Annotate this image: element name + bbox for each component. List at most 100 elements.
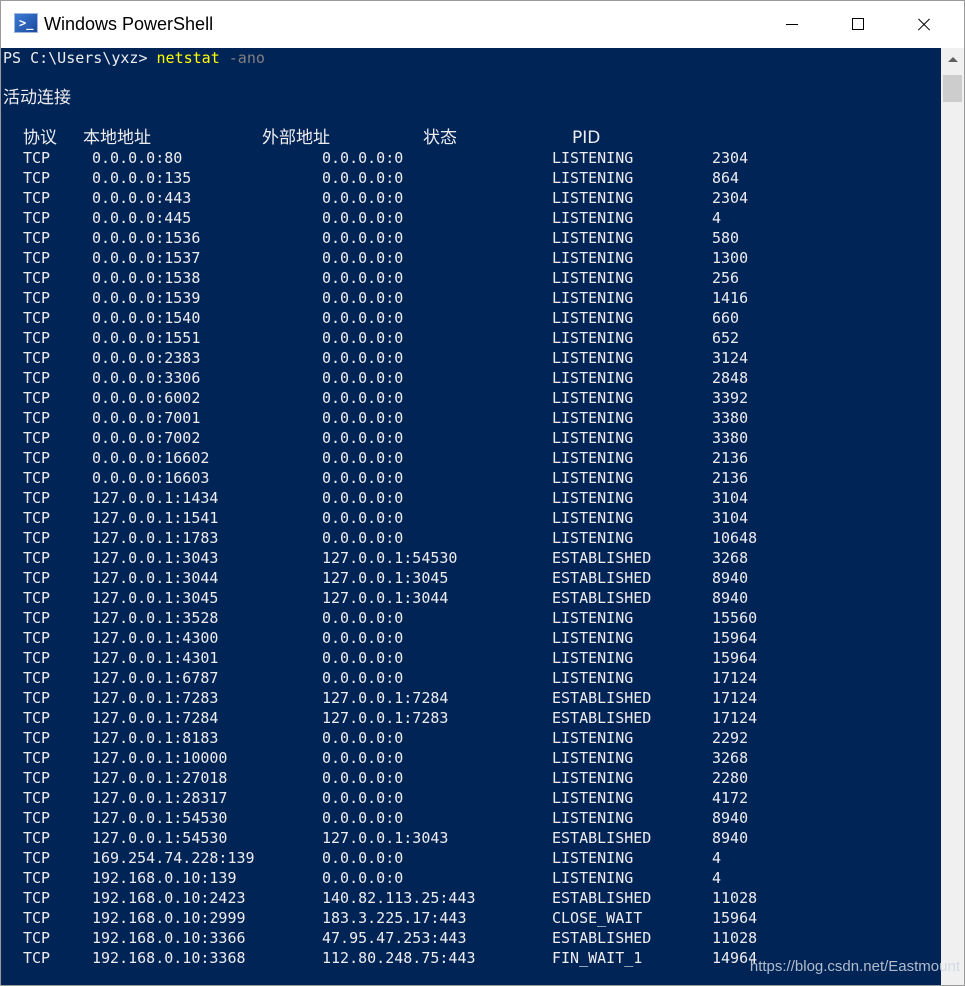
title-bar[interactable]: >_ Windows PowerShell (1, 1, 964, 47)
cell-pid: 256 (712, 269, 740, 287)
cell-state: LISTENING (552, 869, 634, 887)
cell-local: 127.0.0.1:1434 (92, 489, 219, 507)
cell-pid: 3268 (712, 749, 749, 767)
cell-local: 0.0.0.0:1538 (92, 269, 201, 287)
cell-pid: 2848 (712, 369, 749, 387)
table-row: TCP 127.0.0.1:1783 0.0.0.0:0 LISTENING 10648 (3, 528, 923, 548)
cell-pid: 15560 (712, 609, 758, 627)
cell-local: 127.0.0.1:3043 (92, 549, 219, 567)
cell-state: ESTABLISHED (552, 829, 652, 847)
table-row: TCP 0.0.0.0:1540 0.0.0.0:0 LISTENING 660 (3, 308, 923, 328)
cell-foreign: 0.0.0.0:0 (322, 809, 404, 827)
cell-foreign: 0.0.0.0:0 (322, 249, 404, 267)
cell-pid: 3104 (712, 509, 749, 527)
table-row: TCP 192.168.0.10:139 0.0.0.0:0 LISTENING 4 (3, 868, 923, 888)
cell-state: LISTENING (552, 169, 634, 187)
close-button[interactable] (901, 1, 947, 47)
cell-pid: 2304 (712, 149, 749, 167)
prompt-line: PS C:\Users\yxz> netstat -ano (3, 48, 265, 68)
table-row: TCP 0.0.0.0:443 0.0.0.0:0 LISTENING 2304 (3, 188, 923, 208)
section-title: 活动连接 (3, 88, 71, 108)
cell-local: 0.0.0.0:1536 (92, 229, 201, 247)
cell-state: LISTENING (552, 489, 634, 507)
cell-local: 192.168.0.10:139 (92, 869, 237, 887)
cell-foreign: 0.0.0.0:0 (322, 289, 404, 307)
window-title: Windows PowerShell (44, 14, 214, 34)
cell-proto: TCP (23, 749, 51, 767)
cell-state: LISTENING (552, 729, 634, 747)
cell-proto: TCP (23, 869, 51, 887)
cell-local: 0.0.0.0:80 (92, 149, 183, 167)
cell-pid: 4 (712, 209, 722, 227)
cell-local: 0.0.0.0:1537 (92, 249, 201, 267)
cell-local: 192.168.0.10:3368 (92, 949, 246, 967)
cell-pid: 1416 (712, 289, 749, 307)
table-row: TCP 192.168.0.10:3366 47.95.47.253:443 ESTA… (3, 928, 923, 948)
cell-local: 0.0.0.0:16603 (92, 469, 210, 487)
maximize-button[interactable] (835, 1, 881, 47)
cell-state: LISTENING (552, 629, 634, 647)
cell-foreign: 0.0.0.0:0 (322, 669, 404, 687)
cell-local: 192.168.0.10:2999 (92, 909, 246, 927)
cell-proto: TCP (23, 469, 51, 487)
cell-pid: 8940 (712, 589, 749, 607)
cell-proto: TCP (23, 709, 51, 727)
cell-local: 0.0.0.0:7001 (92, 409, 201, 427)
cell-foreign: 0.0.0.0:0 (322, 729, 404, 747)
cell-local: 127.0.0.1:4300 (92, 629, 219, 647)
cell-state: LISTENING (552, 449, 634, 467)
cell-proto: TCP (23, 249, 51, 267)
cell-state: FIN_WAIT_1 (552, 949, 643, 967)
table-row: TCP 0.0.0.0:1551 0.0.0.0:0 LISTENING 652 (3, 328, 923, 348)
table-row: TCP 127.0.0.1:10000 0.0.0.0:0 LISTENING 3268 (3, 748, 923, 768)
table-row: TCP 127.0.0.1:6787 0.0.0.0:0 LISTENING 17124 (3, 668, 923, 688)
cell-state: ESTABLISHED (552, 549, 652, 567)
cell-foreign: 0.0.0.0:0 (322, 329, 404, 347)
cell-state: ESTABLISHED (552, 709, 652, 727)
powershell-icon[interactable]: >_ (14, 13, 38, 33)
table-row: TCP 0.0.0.0:16602 0.0.0.0:0 LISTENING 2136 (3, 448, 923, 468)
cell-proto: TCP (23, 929, 51, 947)
scroll-thumb[interactable] (943, 75, 962, 102)
minimize-button[interactable] (769, 1, 815, 47)
cell-foreign: 0.0.0.0:0 (322, 229, 404, 247)
table-row: TCP 127.0.0.1:7284 127.0.0.1:7283 ESTABLISH… (3, 708, 923, 728)
table-row: TCP 127.0.0.1:1434 0.0.0.0:0 LISTENING 3104 (3, 488, 923, 508)
table-row: TCP 192.168.0.10:2999 183.3.225.17:443 CLOS… (3, 908, 923, 928)
cell-proto: TCP (23, 589, 51, 607)
table-row: TCP 0.0.0.0:1536 0.0.0.0:0 LISTENING 580 (3, 228, 923, 248)
cell-foreign: 127.0.0.1:3043 (322, 829, 449, 847)
table-row: TCP 127.0.0.1:4301 0.0.0.0:0 LISTENING 15964 (3, 648, 923, 668)
cell-pid: 2292 (712, 729, 749, 747)
cell-state: LISTENING (552, 349, 634, 367)
cell-pid: 8940 (712, 809, 749, 827)
cell-proto: TCP (23, 349, 51, 367)
cell-local: 127.0.0.1:10000 (92, 749, 228, 767)
cell-local: 0.0.0.0:3306 (92, 369, 201, 387)
cell-proto: TCP (23, 909, 51, 927)
table-row: TCP 0.0.0.0:3306 0.0.0.0:0 LISTENING 2848 (3, 368, 923, 388)
cell-local: 192.168.0.10:2423 (92, 889, 246, 907)
cell-proto: TCP (23, 669, 51, 687)
console-area[interactable]: PS C:\Users\yxz> netstat -ano 活动连接 协议 本地… (1, 48, 941, 985)
cell-proto: TCP (23, 949, 51, 967)
command: netstat (156, 49, 220, 67)
table-row: TCP 0.0.0.0:7001 0.0.0.0:0 LISTENING 3380 (3, 408, 923, 428)
cell-foreign: 0.0.0.0:0 (322, 449, 404, 467)
cell-pid: 2280 (712, 769, 749, 787)
vertical-scrollbar[interactable] (941, 48, 964, 985)
cell-state: LISTENING (552, 149, 634, 167)
cell-proto: TCP (23, 489, 51, 507)
cell-local: 192.168.0.10:3366 (92, 929, 246, 947)
cell-pid: 15964 (712, 909, 758, 927)
watermark: https://blog.csdn.net/Eastmount (749, 958, 960, 975)
cell-local: 127.0.0.1:7284 (92, 709, 219, 727)
scroll-up-button[interactable] (941, 48, 964, 71)
cell-local: 0.0.0.0:445 (92, 209, 192, 227)
cell-state: LISTENING (552, 669, 634, 687)
cell-local: 0.0.0.0:1551 (92, 329, 201, 347)
cell-pid: 3124 (712, 349, 749, 367)
cell-local: 0.0.0.0:16602 (92, 449, 210, 467)
cell-pid: 11028 (712, 889, 758, 907)
cell-pid: 3380 (712, 429, 749, 447)
